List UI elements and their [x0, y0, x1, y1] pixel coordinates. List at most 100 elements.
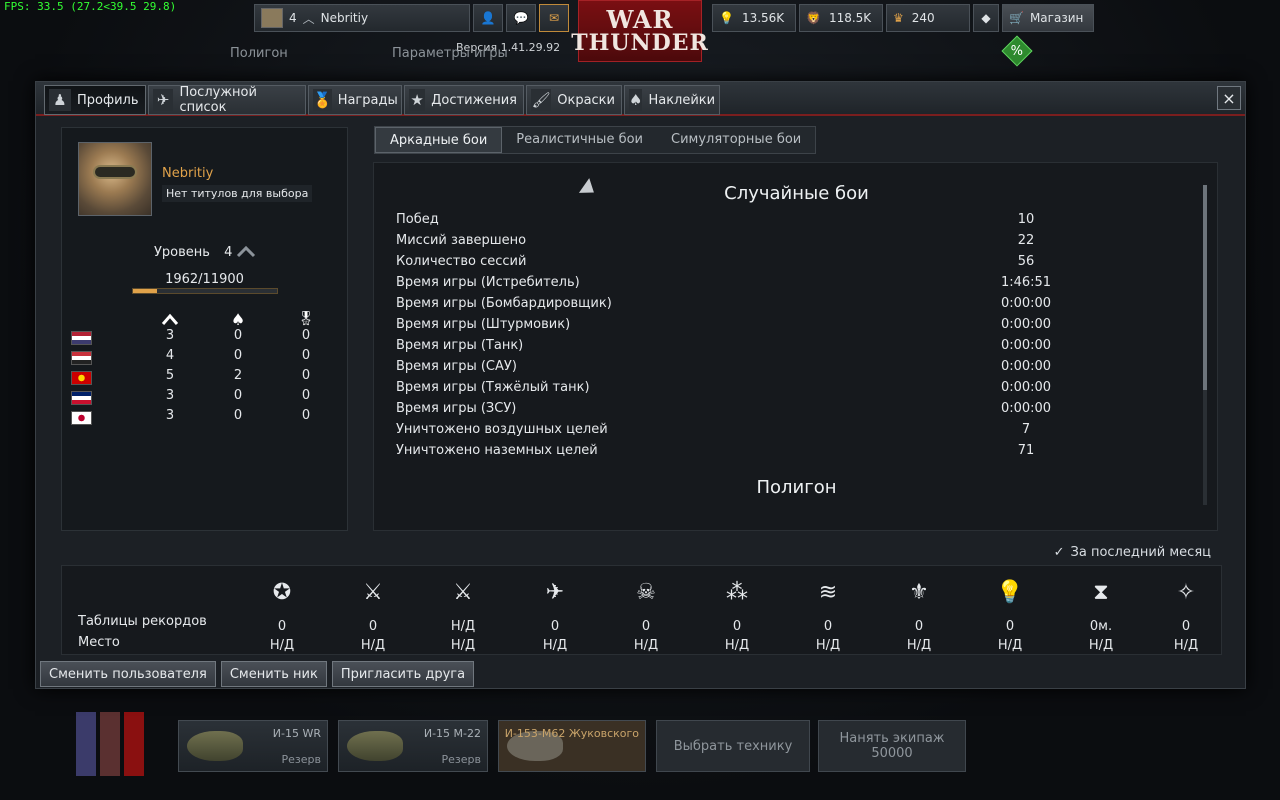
leaderboard-column[interactable]: ⚔ Н/Д Н/Д	[433, 574, 493, 654]
profile-window: ♟ Профиль ✈ Послужной список 🏅 Награды ★…	[35, 81, 1246, 689]
level-display: Уровень 4	[154, 245, 232, 260]
close-button[interactable]: ×	[1217, 86, 1241, 110]
leaderboard-column[interactable]: 💡 0 Н/Д	[980, 574, 1040, 654]
plane-icon	[187, 731, 243, 761]
slot-vehicle-name: И-15 WR	[272, 727, 321, 740]
air-kills-icon: ✈	[545, 579, 565, 605]
title-selector[interactable]: Нет титулов для выбора	[162, 185, 313, 202]
leaderboard-column[interactable]: ⚜ 0 Н/Д	[889, 574, 949, 654]
stat-label: Миссий завершено	[396, 233, 527, 248]
tab-skins[interactable]: 🖌 Окраски	[526, 85, 622, 115]
nation-aircraft-count: 3	[165, 408, 175, 423]
leaderboard-column[interactable]: ✧ 0 Н/Д	[1156, 574, 1216, 654]
tab-simulator[interactable]: Симуляторные бои	[657, 127, 815, 153]
leaderboard-place: Н/Д	[542, 638, 568, 653]
hire-crew-label: Нанять экипаж	[839, 731, 945, 746]
person-icon: 👤	[480, 11, 496, 25]
stat-label: Побед	[396, 212, 439, 227]
stat-row: Побед 10	[396, 210, 1034, 231]
medal-icon: 🏅	[313, 89, 332, 111]
golden-eagles[interactable]: 💡 13.56K	[712, 4, 796, 32]
stat-label: Время игры (Тяжёлый танк)	[396, 380, 590, 395]
section-title-random-battles: Случайные бои	[724, 183, 869, 204]
scrollbar-thumb[interactable]	[1203, 185, 1207, 390]
tab-service-record[interactable]: ✈ Послужной список	[148, 85, 306, 115]
place-label: Место	[78, 635, 120, 650]
stat-value: 0:00:00	[1000, 401, 1052, 416]
premium-button[interactable]: ◆	[973, 4, 999, 32]
stats-panel[interactable]: Случайные бои Побед 10 Миссий завершено 22 К…	[373, 162, 1218, 531]
winrate-icon: ⚔	[453, 579, 473, 605]
leaderboard-column[interactable]: ⚔ 0 Н/Д	[343, 574, 403, 654]
stat-label: Уничтожено воздушных целей	[396, 422, 608, 437]
nation-aircraft-count: 4	[165, 348, 175, 363]
eagles-icon: 💡	[996, 579, 1024, 605]
logo-word-war: WAR	[606, 5, 674, 34]
tank-spade-icon: ♠	[230, 309, 246, 329]
change-nick-button[interactable]: Сменить ник	[220, 661, 327, 687]
eagle-lamp-icon: 💡	[719, 11, 734, 25]
leaderboard-value: 0	[368, 619, 378, 634]
leaderboard-place: Н/Д	[997, 638, 1023, 653]
leaderboard-column[interactable]: ⁂ 0 Н/Д	[707, 574, 767, 654]
victories-icon: ✪	[272, 579, 292, 605]
nation-medals-count: 0	[301, 348, 311, 363]
tab-achievements[interactable]: ★ Достижения	[404, 85, 524, 115]
bg-menu-polygon: Полигон	[230, 46, 288, 61]
stat-label: Время игры (Бомбардировщик)	[396, 296, 612, 311]
leaderboard-column[interactable]: ☠ 0 Н/Д	[616, 574, 676, 654]
research-points[interactable]: ♛ 240	[886, 4, 970, 32]
stat-row: Время игры (Бомбардировщик) 0:00:00	[396, 294, 1051, 315]
tab-profile[interactable]: ♟ Профиль	[44, 85, 146, 115]
nation-tanks-count: 0	[233, 408, 243, 423]
hire-crew-button[interactable]: Нанять экипаж 50000	[818, 720, 966, 772]
player-info[interactable]: 4 ︿ Nebritiy	[254, 4, 470, 32]
last-month-label: За последний месяц	[1070, 545, 1211, 560]
score-icon: ✧	[1176, 579, 1196, 605]
leaderboard-column[interactable]: ✪ 0 Н/Д	[252, 574, 312, 654]
garage-slot[interactable]: И-15 М-22 Резерв	[338, 720, 488, 772]
leaderboard-place: Н/Д	[1088, 638, 1114, 653]
tab-arcade[interactable]: Аркадные бои	[375, 127, 503, 153]
paint-brush-icon: 🖌	[531, 89, 552, 111]
invite-friend-button[interactable]: Пригласить друга	[331, 661, 475, 687]
bg-menu-game-params: Параметры игры	[392, 46, 508, 61]
silver-lions[interactable]: 🦁 118.5K	[799, 4, 883, 32]
tab-decals[interactable]: ♠ Наклейки	[624, 85, 720, 115]
profile-button[interactable]: 👤	[473, 4, 503, 32]
leaderboard-column[interactable]: ✈ 0 Н/Д	[525, 574, 585, 654]
last-month-toggle[interactable]: ✓ За последний месяц	[1054, 545, 1211, 560]
avatar[interactable]	[78, 142, 152, 216]
leaderboard-column[interactable]: ≋ 0 Н/Д	[798, 574, 858, 654]
leaderboard-place: Н/Д	[1173, 638, 1199, 653]
garage-slot[interactable]: И-15 WR Резерв	[178, 720, 328, 772]
player-name: Nebritiy	[320, 11, 369, 25]
flag-japan-icon	[71, 411, 92, 425]
slot-vehicle-name: И-153-М62 Жуковского	[504, 727, 639, 740]
garage-flag-germany	[100, 712, 120, 776]
player-bar: 4 ︿ Nebritiy 👤 💬 ✉	[254, 4, 569, 34]
stats-scrollbar[interactable]	[1203, 185, 1207, 505]
window-header: ♟ Профиль ✈ Послужной список 🏅 Награды ★…	[36, 82, 1245, 116]
stat-value: 0:00:00	[1000, 380, 1052, 395]
checkmark-icon: ✓	[1053, 545, 1065, 560]
leaderboard-column[interactable]: ⧗ 0м. Н/Д	[1071, 574, 1131, 654]
mail-button[interactable]: ✉	[539, 4, 569, 32]
pilot-goggles-icon	[93, 165, 137, 179]
chat-button[interactable]: 💬	[506, 4, 536, 32]
currency-bar: 💡 13.56K 🦁 118.5K ♛ 240 ◆ 🛒 Магазин	[712, 4, 1094, 34]
profile-tabs: ♟ Профиль ✈ Послужной список 🏅 Награды ★…	[44, 85, 720, 115]
section-title-polygon: Полигон	[756, 477, 837, 498]
stat-label: Время игры (САУ)	[396, 359, 517, 374]
select-vehicle-button[interactable]: Выбрать технику	[656, 720, 810, 772]
shop-button[interactable]: 🛒 Магазин	[1002, 4, 1094, 32]
nation-row: 5 2 0	[70, 367, 330, 387]
garage-slot[interactable]: И-153-М62 Жуковского	[498, 720, 646, 772]
plane-icon	[347, 731, 403, 761]
time-icon: ⧗	[1093, 579, 1109, 605]
nation-medals-count: 0	[301, 368, 311, 383]
nation-tanks-count: 0	[233, 328, 243, 343]
tab-awards[interactable]: 🏅 Награды	[308, 85, 402, 115]
change-user-button[interactable]: Сменить пользователя	[40, 661, 216, 687]
tab-realistic[interactable]: Реалистичные бои	[502, 127, 657, 153]
